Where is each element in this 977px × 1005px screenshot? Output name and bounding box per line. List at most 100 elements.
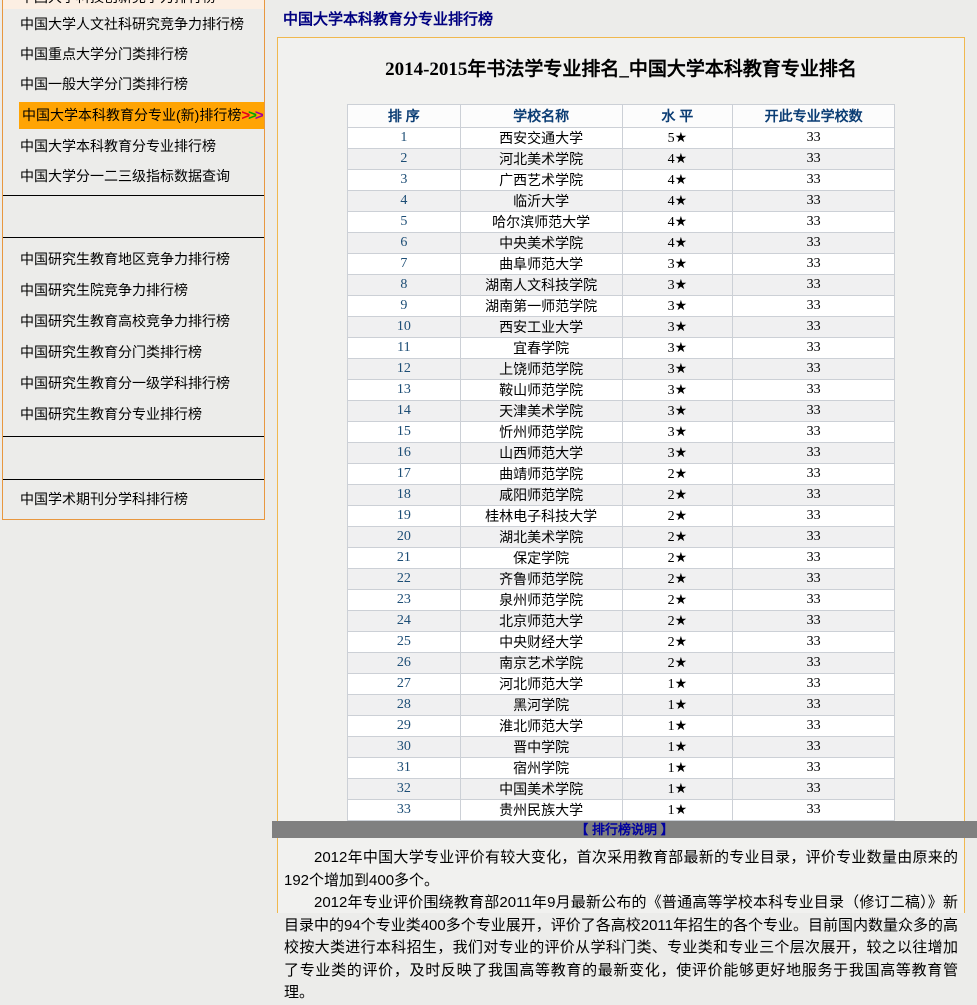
table-row: 3广西艺术学院4★33 (348, 170, 895, 191)
chevron-right-icon: > (255, 107, 262, 124)
cell-school: 曲阜师范大学 (460, 254, 622, 275)
cell-rank: 6 (348, 233, 461, 254)
cell-school: 湖南人文科技学院 (460, 275, 622, 296)
cell-school: 上饶师范学院 (460, 359, 622, 380)
cell-rank: 33 (348, 800, 461, 821)
cell-rank: 21 (348, 548, 461, 569)
cell-count: 33 (733, 611, 895, 632)
cell-rank: 23 (348, 590, 461, 611)
table-row: 26南京艺术学院2★33 (348, 653, 895, 674)
cell-count: 33 (733, 149, 895, 170)
table-row: 2河北美术学院4★33 (348, 149, 895, 170)
sidebar-item[interactable]: 中国一般大学分门类排行榜 (3, 69, 264, 99)
cell-school: 宜春学院 (460, 338, 622, 359)
cell-rank: 18 (348, 485, 461, 506)
breadcrumb-link[interactable]: 中国大学本科教育分专业排行榜 (283, 8, 493, 29)
cell-count: 33 (733, 590, 895, 611)
table-row: 14天津美术学院3★33 (348, 401, 895, 422)
sidebar-item[interactable]: 中国研究生教育分专业排行榜 (3, 399, 264, 430)
sidebar-item-label: 中国大学科技创新竞争力排行榜 (20, 0, 264, 8)
table-row: 4临沂大学4★33 (348, 191, 895, 212)
column-header-count: 开此专业学校数 (733, 105, 895, 128)
cell-count: 33 (733, 464, 895, 485)
cell-rank: 24 (348, 611, 461, 632)
cell-school: 临沂大学 (460, 191, 622, 212)
cell-rank: 5 (348, 212, 461, 233)
sidebar-item[interactable]: 中国大学科技创新竞争力排行榜 (3, 0, 264, 9)
main-content: 中国大学本科教育分专业排行榜 2014-2015年书法学专业排名_中国大学本科教… (272, 0, 977, 911)
cell-school: 西安交通大学 (460, 128, 622, 149)
sidebar: 中国大学科技创新竞争力排行榜中国大学人文社科研究竞争力排行榜中国重点大学分门类排… (2, 0, 265, 520)
sidebar-item[interactable]: 中国学术期刊分学科排行榜 (3, 480, 264, 518)
cell-count: 33 (733, 338, 895, 359)
table-row: 5哈尔滨师范大学4★33 (348, 212, 895, 233)
cell-school: 鞍山师范学院 (460, 380, 622, 401)
table-row: 17曲靖师范学院2★33 (348, 464, 895, 485)
sidebar-item[interactable]: 中国大学人文社科研究竞争力排行榜 (3, 9, 264, 39)
cell-rank: 27 (348, 674, 461, 695)
sidebar-item-label: 中国一般大学分门类排行榜 (20, 76, 188, 92)
cell-count: 33 (733, 254, 895, 275)
cell-rank: 16 (348, 443, 461, 464)
sidebar-item[interactable]: 中国重点大学分门类排行榜 (3, 39, 264, 69)
sidebar-item[interactable]: 中国大学分一二三级指标数据查询 (3, 161, 264, 191)
table-row: 24北京师范大学2★33 (348, 611, 895, 632)
cell-rank: 32 (348, 779, 461, 800)
table-row: 28黑河学院1★33 (348, 695, 895, 716)
cell-level: 1★ (622, 758, 733, 779)
cell-rank: 29 (348, 716, 461, 737)
explanation-paragraph: 2012年中国大学专业评价有较大变化，首次采用教育部最新的专业目录，评价专业数量… (284, 847, 958, 892)
sidebar-item[interactable]: 中国研究生院竞争力排行榜 (3, 275, 264, 306)
sidebar-item-label: 中国研究生院竞争力排行榜 (20, 282, 188, 298)
cell-rank: 3 (348, 170, 461, 191)
cell-school: 湖北美术学院 (460, 527, 622, 548)
cell-count: 33 (733, 170, 895, 191)
column-header-rank: 排 序 (348, 105, 461, 128)
sidebar-item-label: 中国学术期刊分学科排行榜 (20, 491, 188, 507)
sidebar-item[interactable]: 中国研究生教育分一级学科排行榜 (3, 368, 264, 399)
table-row: 6中央美术学院4★33 (348, 233, 895, 254)
page-title: 2014-2015年书法学专业排名_中国大学本科教育专业排名 (278, 54, 964, 84)
cell-level: 3★ (622, 359, 733, 380)
cell-level: 3★ (622, 296, 733, 317)
column-header-school: 学校名称 (460, 105, 622, 128)
table-header-row: 排 序 学校名称 水 平 开此专业学校数 (348, 105, 895, 128)
cell-level: 3★ (622, 338, 733, 359)
cell-count: 33 (733, 800, 895, 821)
cell-count: 33 (733, 212, 895, 233)
sidebar-item[interactable]: 中国大学本科教育分专业排行榜 (3, 131, 264, 161)
sidebar-item-active[interactable]: 中国大学本科教育分专业(新)排行榜>>> (19, 102, 264, 129)
cell-level: 2★ (622, 506, 733, 527)
cell-count: 33 (733, 653, 895, 674)
sidebar-item-label: 中国大学分一二三级指标数据查询 (20, 168, 230, 184)
sidebar-item[interactable]: 中国研究生教育地区竞争力排行榜 (3, 244, 264, 275)
cell-school: 西安工业大学 (460, 317, 622, 338)
cell-rank: 20 (348, 527, 461, 548)
sidebar-section-1: 中国大学科技创新竞争力排行榜中国大学人文社科研究竞争力排行榜中国重点大学分门类排… (3, 0, 264, 196)
cell-count: 33 (733, 548, 895, 569)
cell-level: 2★ (622, 464, 733, 485)
cell-level: 3★ (622, 380, 733, 401)
cell-count: 33 (733, 737, 895, 758)
table-row: 33贵州民族大学1★33 (348, 800, 895, 821)
table-row: 19桂林电子科技大学2★33 (348, 506, 895, 527)
ranking-panel: 2014-2015年书法学专业排名_中国大学本科教育专业排名 排 序 学校名称 … (277, 37, 965, 913)
sidebar-item[interactable]: 中国研究生教育分门类排行榜 (3, 337, 264, 368)
sidebar-item-label: 中国研究生教育地区竞争力排行榜 (20, 251, 230, 267)
table-row: 31宿州学院1★33 (348, 758, 895, 779)
cell-count: 33 (733, 359, 895, 380)
cell-school: 广西艺术学院 (460, 170, 622, 191)
table-row: 15忻州师范学院3★33 (348, 422, 895, 443)
cell-rank: 26 (348, 653, 461, 674)
cell-level: 1★ (622, 800, 733, 821)
cell-count: 33 (733, 527, 895, 548)
cell-count: 33 (733, 695, 895, 716)
explanation-paragraph: 2012年专业评价围绕教育部2011年9月最新公布的《普通高等学校本科专业目录（… (284, 892, 958, 1005)
cell-school: 天津美术学院 (460, 401, 622, 422)
sidebar-item-label: 中国研究生教育分一级学科排行榜 (20, 375, 230, 391)
cell-level: 3★ (622, 443, 733, 464)
cell-level: 1★ (622, 779, 733, 800)
cell-rank: 8 (348, 275, 461, 296)
cell-rank: 1 (348, 128, 461, 149)
sidebar-item[interactable]: 中国研究生教育高校竞争力排行榜 (3, 306, 264, 337)
